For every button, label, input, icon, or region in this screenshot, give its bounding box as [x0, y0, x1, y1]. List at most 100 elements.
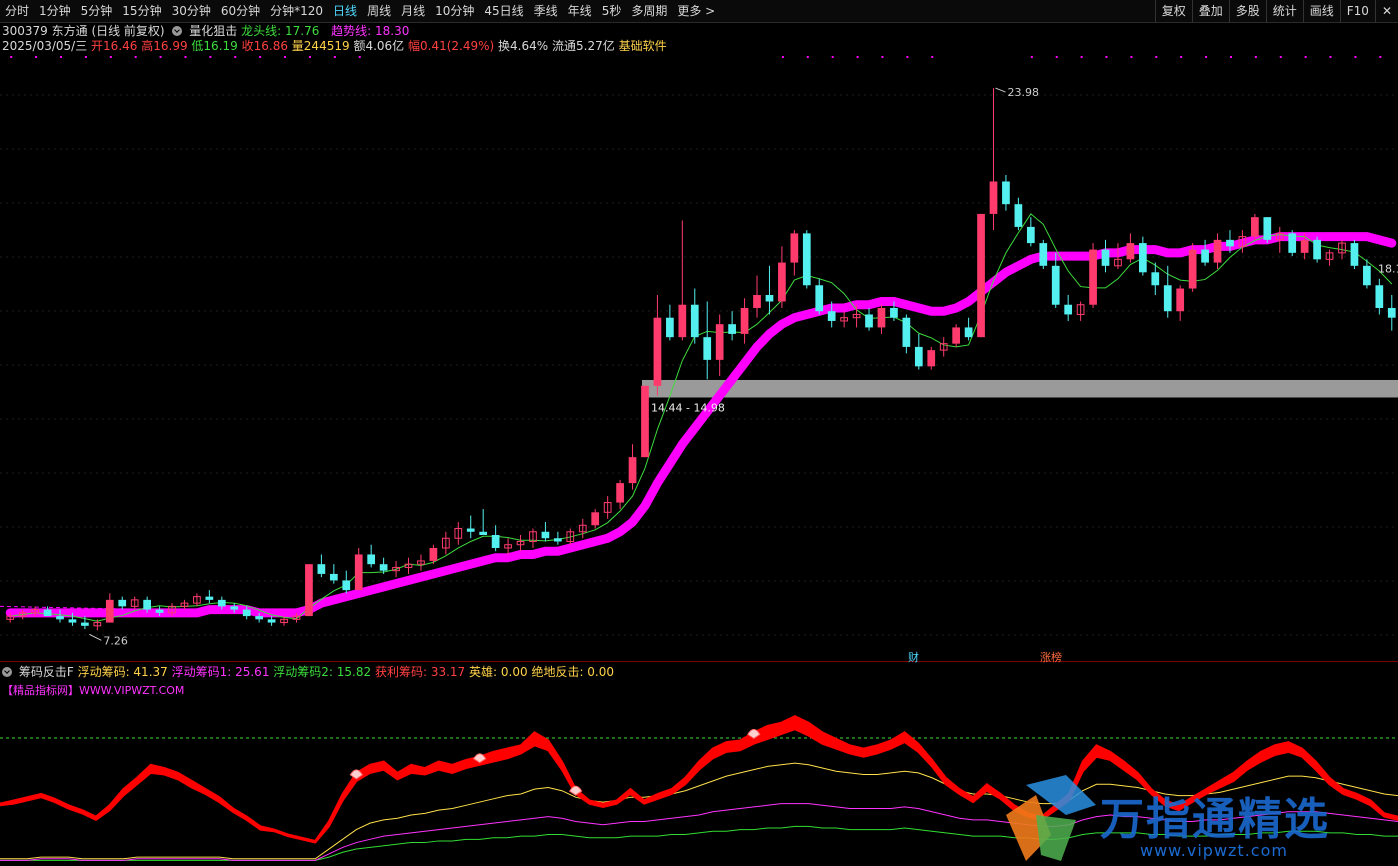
low-pointer: [89, 633, 102, 641]
signal-dot: [1180, 56, 1183, 58]
candle-body: [68, 619, 77, 623]
signal-dot: [234, 56, 237, 58]
candle-body: [429, 547, 438, 561]
candle-body: [802, 233, 811, 286]
candle-body: [1350, 243, 1359, 266]
signal-dot: [856, 56, 859, 58]
candle-body: [765, 295, 774, 302]
candle-body: [118, 599, 127, 607]
candle-body: [628, 457, 637, 484]
candle-body: [790, 233, 799, 263]
signal-dot: [358, 56, 361, 58]
signal-dot: [308, 56, 311, 58]
candle-body: [541, 531, 550, 539]
candle-body: [1126, 243, 1135, 260]
candle-body: [491, 535, 500, 548]
candle-body: [155, 609, 164, 613]
signal-dot: [1205, 56, 1208, 58]
candle-body: [1363, 265, 1371, 286]
candle-body: [914, 346, 923, 367]
current-price-label: 18.1: [1378, 262, 1398, 275]
limit-up-marker[interactable]: 涨榜: [1040, 649, 1062, 665]
signal-dot: [1379, 56, 1382, 58]
candle-body: [865, 314, 873, 328]
signal-dot: [60, 56, 63, 58]
candle-body: [56, 616, 64, 620]
candle-body: [877, 307, 886, 328]
candle-body: [1039, 243, 1048, 266]
signal-dot: [1279, 56, 1282, 58]
candle-body: [890, 307, 898, 318]
high-pointer: [995, 87, 1006, 93]
candle-body: [81, 622, 89, 626]
candle-body: [1201, 249, 1209, 263]
candle-body: [1026, 226, 1035, 244]
signal-dot: [781, 56, 784, 58]
candle-body: [205, 596, 214, 600]
candle-body: [554, 538, 562, 542]
support-zone: [641, 379, 1398, 398]
signal-dot: [284, 56, 287, 58]
signal-dot: [209, 56, 212, 58]
candle-body: [1288, 233, 1297, 253]
candle-body: [1089, 249, 1097, 305]
candle-body: [466, 528, 475, 532]
candle-body: [989, 181, 998, 214]
price-chart[interactable]: 23.98 7.26 14.44 - 14.98 18.1: [0, 0, 1398, 866]
candle-body: [255, 616, 264, 620]
profit-chips-label: 获利筹码: 33.17: [374, 665, 466, 679]
signal-dot: [1304, 56, 1307, 58]
candle-body: [1002, 181, 1010, 205]
candle-body: [1051, 265, 1060, 305]
candle-body: [1176, 288, 1185, 312]
signal-dot: [931, 56, 934, 58]
candle-body: [367, 554, 376, 565]
candle-body: [354, 554, 363, 591]
finance-marker[interactable]: 财: [908, 649, 919, 665]
float-chips-label: 浮动筹码: 41.37: [77, 665, 168, 679]
candle-body: [728, 324, 736, 334]
candle-body: [666, 317, 674, 338]
low-price-label: 7.26: [103, 634, 128, 647]
signal-dot: [159, 56, 162, 58]
signal-dot: [1229, 56, 1232, 58]
candle-body: [1064, 304, 1073, 315]
panel-divider: [0, 661, 1398, 662]
candle-body: [1313, 239, 1321, 260]
candle-body: [1014, 204, 1023, 227]
candle-body: [703, 337, 712, 360]
candle-body: [964, 327, 973, 338]
signal-dot: [1354, 56, 1357, 58]
candle-body: [1375, 285, 1384, 308]
support-zone-label: 14.44 - 14.98: [651, 401, 725, 414]
candle-body: [1251, 217, 1259, 237]
candle-body: [1188, 249, 1197, 289]
watermark: 万指通精选 www.vipwzt.com: [1000, 775, 1398, 866]
candle-body: [1163, 285, 1172, 312]
watermark-url: www.vipwzt.com: [1140, 841, 1288, 860]
candle-body: [1387, 307, 1396, 318]
candle-body: [977, 213, 985, 338]
indicator-panel-toggle-icon[interactable]: [2, 667, 12, 677]
candle-body: [267, 619, 276, 623]
candle-body: [379, 564, 388, 571]
rebound-label: 绝地反击: 0.00: [531, 665, 615, 679]
candle-body: [653, 317, 662, 386]
candle-body: [927, 350, 936, 367]
candle-body: [1263, 217, 1272, 240]
candle-body: [1151, 272, 1160, 286]
candle-body: [105, 599, 114, 623]
candle-body: [143, 599, 151, 610]
signal-dot: [35, 56, 38, 58]
indicator-panel-name[interactable]: 筹码反击F: [19, 665, 74, 679]
candle-body: [230, 606, 239, 610]
candle-body: [242, 609, 251, 617]
candle-body: [740, 307, 749, 334]
candle-body: [815, 285, 824, 312]
watermark-logo-icon: [1006, 775, 1096, 861]
candle-body: [1101, 249, 1110, 266]
float-chips1-label: 浮动筹码1: 25.61: [171, 665, 270, 679]
signal-dot: [109, 56, 112, 58]
signal-dot: [10, 56, 13, 58]
signal-dot: [1105, 56, 1108, 58]
